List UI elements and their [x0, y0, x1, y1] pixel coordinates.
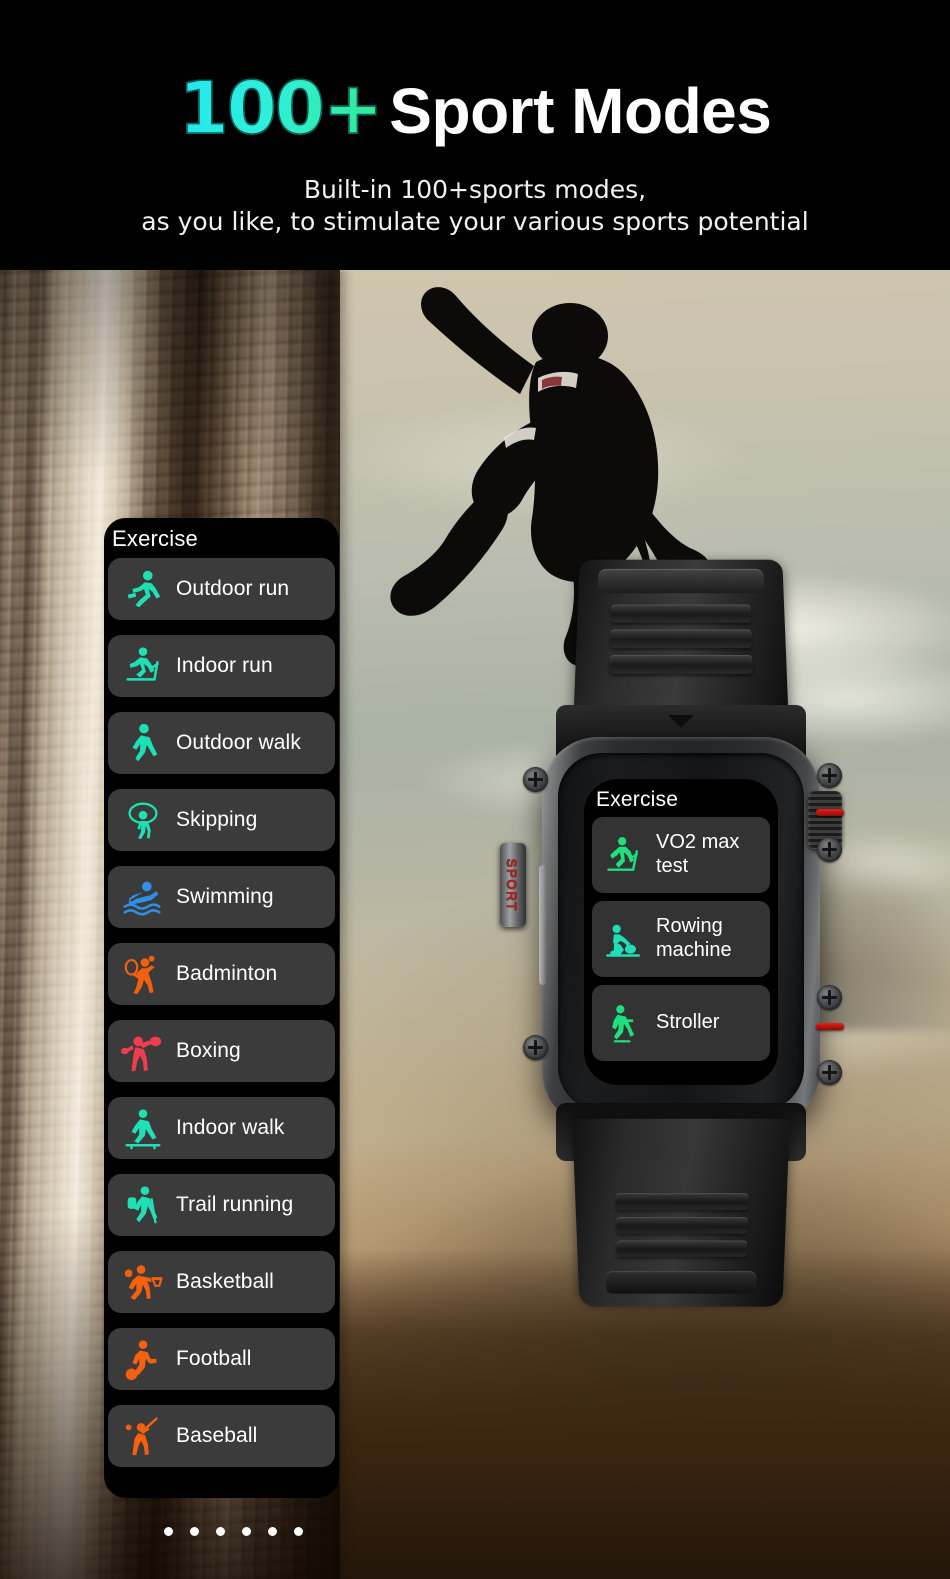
exercise-list-panel: Exercise Outdoor run Indoor run Outdoor …: [104, 518, 339, 1498]
list-item-label: Outdoor walk: [176, 731, 301, 755]
red-accent-bar: [816, 1023, 844, 1030]
list-item-label: Basketball: [176, 1270, 274, 1294]
basketball-icon: [120, 1259, 166, 1305]
pagination-dot[interactable]: [164, 1527, 173, 1536]
list-item[interactable]: Baseball: [108, 1405, 335, 1467]
pagination-dot[interactable]: [268, 1527, 277, 1536]
list-item-label: Outdoor run: [176, 577, 289, 601]
list-item[interactable]: Basketball: [108, 1251, 335, 1313]
list-item-label: Swimming: [176, 885, 274, 909]
triangle-marker-top: [668, 715, 694, 728]
hex-screw-icon: [817, 1060, 842, 1085]
list-item[interactable]: Trail running: [108, 1174, 335, 1236]
list-item-label: Indoor walk: [176, 1116, 285, 1140]
hiking-icon: [120, 1182, 166, 1228]
case-side-strip: [539, 865, 547, 985]
running-icon: [120, 566, 166, 612]
list-item-label: Football: [176, 1347, 252, 1371]
pagination-dot[interactable]: [294, 1527, 303, 1536]
band-ridge: [615, 1193, 748, 1210]
band-ridge: [616, 1217, 748, 1234]
baseball-icon: [120, 1413, 166, 1459]
pagination-dot[interactable]: [190, 1527, 199, 1536]
list-item-label: Baseball: [176, 1424, 257, 1448]
watch-list-item[interactable]: VO2 max test: [592, 817, 770, 893]
watch-screen-title: Exercise: [584, 779, 778, 817]
band-ridge: [610, 630, 752, 649]
list-item-label: Badminton: [176, 962, 277, 986]
list-item[interactable]: Skipping: [108, 789, 335, 851]
stroller-walk-icon: [602, 1001, 646, 1045]
list-item[interactable]: Outdoor walk: [108, 712, 335, 774]
watch-band-bottom: [572, 1119, 790, 1307]
hex-screw-icon: [523, 1035, 548, 1060]
subtitle: Built-in 100+sports modes, as you like, …: [0, 174, 950, 238]
badminton-icon: [120, 951, 166, 997]
treadmill-icon: [120, 643, 166, 689]
watch-list-item[interactable]: Stroller: [592, 985, 770, 1061]
pagination-dots[interactable]: [164, 1527, 303, 1536]
hex-screw-icon: [817, 985, 842, 1010]
list-item-label: Indoor run: [176, 654, 273, 678]
list-item[interactable]: Football: [108, 1328, 335, 1390]
list-item-label: Skipping: [176, 808, 257, 832]
football-icon: [120, 1336, 166, 1382]
watch-list-item[interactable]: Rowing machine: [592, 901, 770, 977]
jump-rope-icon: [120, 797, 166, 843]
subtitle-line-1: Built-in 100+sports modes,: [304, 175, 646, 204]
smartwatch: Exercise VO2 max test Rowing machine Str…: [490, 555, 910, 1310]
watch-screen[interactable]: Exercise VO2 max test Rowing machine Str…: [584, 779, 778, 1085]
pagination-dot[interactable]: [242, 1527, 251, 1536]
walking-icon: [120, 720, 166, 766]
sport-button-label: SPORT: [505, 858, 521, 911]
indoor-walk-icon: [120, 1105, 166, 1151]
hex-screw-icon: [817, 763, 842, 788]
list-item-label: Boxing: [176, 1039, 241, 1063]
swimming-icon: [120, 874, 166, 920]
list-item[interactable]: Badminton: [108, 943, 335, 1005]
watch-case: Exercise VO2 max test Rowing machine Str…: [542, 737, 820, 1127]
list-item[interactable]: Indoor run: [108, 635, 335, 697]
headline-rest: Sport Modes: [389, 75, 771, 147]
watch-bezel: Exercise VO2 max test Rowing machine Str…: [558, 753, 804, 1111]
sport-button[interactable]: SPORT: [500, 843, 526, 927]
watch-list-item-label: Rowing machine: [656, 915, 764, 962]
page-title: 100+ Sport Modes: [0, 72, 950, 144]
band-ridge: [611, 605, 751, 623]
list-item-label: Trail running: [176, 1193, 293, 1217]
list-item[interactable]: Boxing: [108, 1020, 335, 1082]
rowing-icon: [602, 917, 646, 961]
list-item[interactable]: Indoor walk: [108, 1097, 335, 1159]
watch-list-item-label: Stroller: [656, 1011, 719, 1035]
red-accent-bar: [816, 809, 844, 816]
vo2-treadmill-icon: [602, 833, 646, 877]
promo-header: 100+ Sport Modes Built-in 100+sports mode…: [0, 0, 950, 270]
list-item[interactable]: Outdoor run: [108, 558, 335, 620]
band-ridge: [617, 1240, 748, 1256]
band-ridge: [609, 655, 752, 674]
exercise-list-items: Outdoor run Indoor run Outdoor walk Skip…: [104, 558, 339, 1467]
hex-screw-icon: [523, 767, 548, 792]
pagination-dot[interactable]: [216, 1527, 225, 1536]
watch-exercise-list: VO2 max test Rowing machine Stroller: [584, 817, 778, 1061]
headline-highlight: 100+: [179, 66, 390, 150]
hex-screw-icon: [817, 837, 842, 862]
list-item[interactable]: Swimming: [108, 866, 335, 928]
exercise-list-title: Exercise: [104, 518, 339, 558]
subtitle-line-2: as you like, to stimulate your various s…: [0, 206, 950, 238]
boxing-icon: [120, 1028, 166, 1074]
watch-list-item-label: VO2 max test: [656, 831, 764, 878]
